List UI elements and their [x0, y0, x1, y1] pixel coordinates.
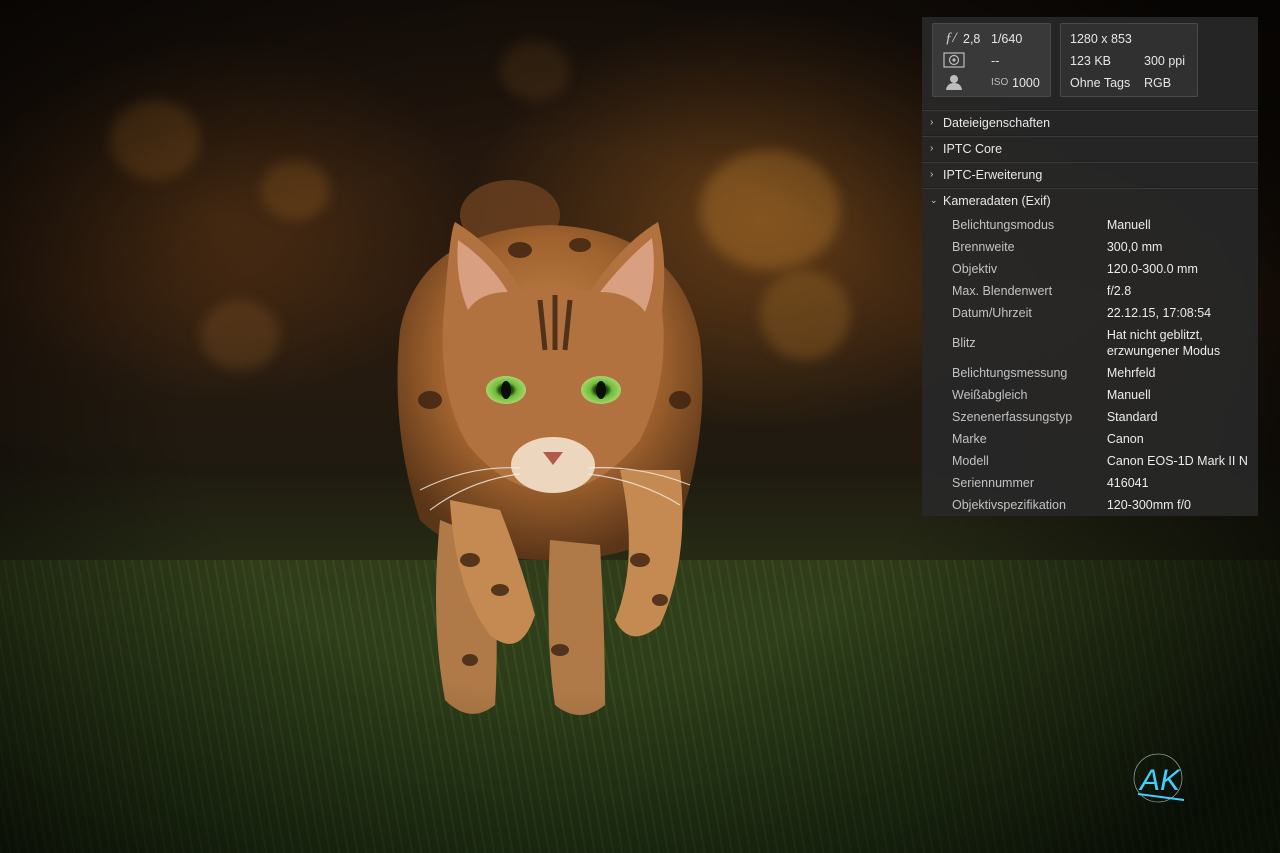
exif-row: Datum/Uhrzeit 22.12.15, 17:08:54 [952, 305, 1252, 321]
file-size: 123 KB [1070, 54, 1112, 68]
exif-value: Manuell [1106, 388, 1151, 402]
exif-value: 300,0 mm [1106, 240, 1163, 254]
exif-row: Objektivspezifikation 120-300mm f/0 [952, 497, 1252, 513]
exif-value-line1: Hat nicht geblitzt, [1106, 328, 1203, 342]
section-kameradaten-exif[interactable]: ⌄ Kameradaten (Exif) [922, 187, 1258, 213]
section-iptc-erweiterung[interactable]: › IPTC-Erweiterung [922, 161, 1258, 187]
exif-label: Marke [952, 432, 987, 446]
exif-label: Objektivspezifikation [952, 498, 1066, 512]
exif-row: Belichtungsmessung Mehrfeld [952, 365, 1252, 381]
exif-label: Brennweite [952, 240, 1015, 254]
exif-value: 22.12.15, 17:08:54 [1106, 306, 1212, 320]
exif-value: Mehrfeld [1106, 366, 1156, 380]
shutter-value: 1/640 [991, 32, 1023, 46]
exposure-summary-box: ƒ/ 2,8 1/640 -- ISO 1000 [932, 23, 1051, 97]
metadata-summary: ƒ/ 2,8 1/640 -- ISO 1000 1280 x 853 123 … [922, 17, 1258, 107]
file-summary-box: 1280 x 853 123 KB 300 ppi Ohne Tags RGB [1060, 23, 1198, 97]
chevron-right-icon: › [930, 117, 934, 128]
aperture-value: 2,8 [963, 32, 981, 46]
exif-value: 416041 [1106, 476, 1149, 490]
exif-label: Belichtungsmessung [952, 366, 1068, 380]
exif-value: Canon EOS-1D Mark II N [1106, 454, 1248, 468]
section-title: Kameradaten (Exif) [943, 193, 1051, 208]
exif-label: Belichtungsmodus [952, 218, 1055, 232]
exif-value: f/2.8 [1106, 284, 1132, 298]
iso-label: ISO [991, 77, 1009, 88]
chevron-right-icon: › [930, 143, 934, 154]
exif-label: Modell [952, 454, 989, 468]
exif-value: 120.0-300.0 mm [1106, 262, 1198, 276]
exif-row-flash: Blitz Hat nicht geblitzt, erzwungener Mo… [952, 327, 1252, 359]
exif-value: Standard [1106, 410, 1158, 424]
person-icon [945, 74, 963, 93]
exif-label: Max. Blendenwert [952, 284, 1053, 298]
exif-label: Datum/Uhrzeit [952, 306, 1032, 320]
exif-row: Objektiv 120.0-300.0 mm [952, 261, 1252, 277]
iso-value: 1000 [1012, 76, 1040, 90]
image-resolution: 300 ppi [1144, 54, 1186, 68]
exif-label: Blitz [952, 336, 976, 350]
section-title: IPTC-Erweiterung [943, 167, 1043, 182]
exif-label: Szenenerfassungstyp [952, 410, 1073, 424]
chevron-down-icon: ⌄ [930, 195, 938, 205]
metering-icon [943, 52, 965, 68]
exif-row: Max. Blendenwert f/2.8 [952, 283, 1252, 299]
image-dimensions: 1280 x 853 [1070, 32, 1132, 46]
color-mode: RGB [1144, 76, 1172, 90]
section-iptc-core[interactable]: › IPTC Core [922, 135, 1258, 161]
exif-value: Canon [1106, 432, 1144, 446]
metering-value: -- [991, 54, 1000, 68]
exif-value-line2: erzwungener Modus [1106, 344, 1221, 358]
exif-label: Objektiv [952, 262, 998, 276]
exif-row: Szenenerfassungstyp Standard [952, 409, 1252, 425]
exif-row: Seriennummer 416041 [952, 475, 1252, 491]
watermark-text: AK [1138, 764, 1182, 797]
exif-label: Weißabgleich [952, 388, 1028, 402]
section-dateieigenschaften[interactable]: › Dateieigenschaften [922, 109, 1258, 135]
section-title: Dateieigenschaften [943, 115, 1051, 130]
chevron-right-icon: › [930, 169, 934, 180]
exif-row: Belichtungsmodus Manuell [952, 217, 1252, 233]
exif-row: Brennweite 300,0 mm [952, 239, 1252, 255]
exif-value: Manuell [1106, 218, 1151, 232]
photographer-watermark-logo: AK [1133, 753, 1185, 803]
metadata-panel: ƒ/ 2,8 1/640 -- ISO 1000 1280 x 853 123 … [922, 17, 1258, 516]
aperture-symbol-icon: ƒ/ [945, 30, 957, 46]
exif-row: Weißabgleich Manuell [952, 387, 1252, 403]
exif-row: Marke Canon [952, 431, 1252, 447]
exif-value: Hat nicht geblitzt, erzwungener Modus [1107, 327, 1252, 359]
exif-label: Seriennummer [952, 476, 1034, 490]
tags-status: Ohne Tags [1070, 76, 1131, 90]
exif-value: 120-300mm f/0 [1106, 498, 1191, 512]
exif-row: Modell Canon EOS-1D Mark II N [952, 453, 1252, 469]
section-title: IPTC Core [943, 141, 1003, 156]
